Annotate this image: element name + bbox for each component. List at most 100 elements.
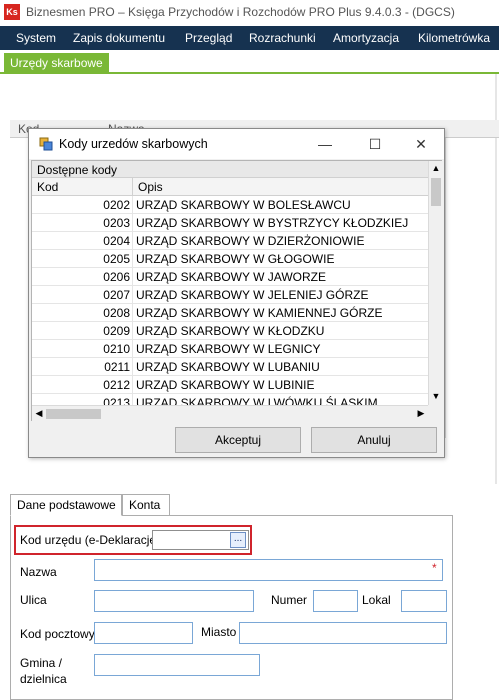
ulica-input[interactable] — [94, 590, 254, 612]
vertical-scroll-thumb[interactable] — [431, 178, 441, 206]
scroll-left-icon[interactable]: ◀ — [32, 408, 46, 419]
kod-pocztowy-label: Kod pocztowy — [20, 627, 95, 641]
row-separator — [132, 232, 133, 250]
row-kod: 0212 — [103, 378, 130, 392]
column-kod[interactable]: Kod — [37, 180, 58, 194]
scroll-right-icon[interactable]: ▶ — [414, 408, 428, 419]
ulica-label: Ulica — [20, 593, 47, 607]
required-mark: * — [432, 561, 437, 575]
gmina-label-line2: dzielnica — [20, 672, 67, 686]
app-icon: Ks — [4, 4, 20, 20]
row-kod: 0211 — [104, 360, 130, 374]
gmina-input[interactable] — [94, 654, 260, 676]
minimize-icon[interactable]: — — [315, 134, 335, 154]
row-kod: 0202 — [103, 198, 130, 212]
column-separator — [132, 178, 133, 196]
browse-button[interactable]: ... — [230, 532, 246, 548]
kod-urzedu-label: Kod urzędu (e-Deklaracje) — [20, 533, 161, 547]
row-kod: 0213 — [103, 396, 130, 405]
row-separator — [132, 376, 133, 394]
row-kod: 0209 — [103, 324, 130, 338]
list-item[interactable]: 0212 URZĄD SKARBOWY W LUBINIE — [32, 376, 428, 394]
row-opis: URZĄD SKARBOWY W LEGNICY — [136, 342, 321, 356]
list-item[interactable]: 0206 URZĄD SKARBOWY W JAWORZE — [32, 268, 428, 286]
list-item[interactable]: 0213 URZĄD SKARBOWY W LWÓWKU ŚLĄSKIM — [32, 394, 428, 405]
group-header-label: Dostępne kody — [37, 163, 118, 177]
row-separator — [132, 250, 133, 268]
row-separator — [132, 196, 133, 214]
miasto-input[interactable] — [239, 622, 447, 644]
row-opis: URZĄD SKARBOWY W LWÓWKU ŚLĄSKIM — [136, 396, 378, 405]
list-item[interactable]: 0211 URZĄD SKARBOWY W LUBANIU — [32, 358, 428, 376]
maximize-icon[interactable]: ☐ — [365, 134, 385, 154]
column-header: Kod Opis — [32, 178, 428, 196]
list-item[interactable]: 0203 URZĄD SKARBOWY W BYSTRZYCY KŁODZKIEJ — [32, 214, 428, 232]
row-kod: 0210 — [103, 342, 130, 356]
tab-konta[interactable]: Konta — [122, 494, 170, 516]
list-item[interactable]: 0208 URZĄD SKARBOWY W KAMIENNEJ GÓRZE — [32, 304, 428, 322]
list-item[interactable]: 0204 URZĄD SKARBOWY W DZIERŻONIOWIE — [32, 232, 428, 250]
horizontal-scroll-thumb[interactable] — [46, 409, 101, 419]
row-kod: 0205 — [103, 252, 130, 266]
group-header: Dostępne kody — [32, 161, 428, 178]
rows-container: 0202 URZĄD SKARBOWY W BOLESŁAWCU 0203 URZĄ… — [32, 196, 428, 405]
menu-amortyzacja[interactable]: Amortyzacja — [333, 31, 399, 45]
row-opis: URZĄD SKARBOWY W BOLESŁAWCU — [136, 198, 351, 212]
row-separator — [132, 304, 133, 322]
row-separator — [132, 286, 133, 304]
row-opis: URZĄD SKARBOWY W LUBANIU — [136, 360, 320, 374]
row-separator — [132, 214, 133, 232]
horizontal-scrollbar[interactable]: ◀ ▶ — [32, 405, 428, 421]
row-separator — [132, 268, 133, 286]
menu-system[interactable]: System — [16, 31, 56, 45]
miasto-label: Miasto — [201, 625, 237, 639]
menu-rozrachunki[interactable]: Rozrachunki — [249, 31, 316, 45]
list-item[interactable]: 0202 URZĄD SKARBOWY W BOLESŁAWCU — [32, 196, 428, 214]
title-bar: Ks Biznesmen PRO – Księga Przychodów i R… — [0, 0, 499, 26]
scroll-up-icon[interactable]: ▲ — [429, 163, 443, 173]
row-opis: URZĄD SKARBOWY W JAWORZE — [136, 270, 327, 284]
column-opis[interactable]: Opis — [138, 180, 163, 194]
row-separator — [132, 358, 133, 376]
menu-przeglad[interactable]: Przegląd — [185, 31, 232, 45]
tab-urzedy-skarbowe[interactable]: Urzędy skarbowe — [4, 53, 109, 74]
vertical-scrollbar[interactable]: ▲ ▼ — [428, 161, 442, 405]
row-opis: URZĄD SKARBOWY W KAMIENNEJ GÓRZE — [136, 306, 383, 320]
menu-bar: System Zapis dokumentu Przegląd Rozrachu… — [0, 26, 499, 50]
menu-kilometrowka[interactable]: Kilometrówka — [418, 31, 490, 45]
cancel-button[interactable]: Anuluj — [311, 427, 437, 453]
row-separator — [132, 322, 133, 340]
lokal-label: Lokal — [362, 593, 391, 607]
close-icon[interactable]: ✕ — [411, 134, 431, 154]
row-separator — [132, 394, 133, 405]
list-item[interactable]: 0209 URZĄD SKARBOWY W KŁODZKU — [32, 322, 428, 340]
row-kod: 0207 — [103, 288, 130, 302]
row-kod: 0208 — [103, 306, 130, 320]
gmina-label-line1: Gmina / — [20, 656, 63, 670]
list-item[interactable]: 0207 URZĄD SKARBOWY W JELENIEJ GÓRZE — [32, 286, 428, 304]
menu-zapis-dokumentu[interactable]: Zapis dokumentu — [73, 31, 165, 45]
codes-list: Dostępne kody Kod Opis 0202 URZĄD SKARBOW… — [31, 160, 442, 421]
list-item[interactable]: 0210 URZĄD SKARBOWY W LEGNICY — [32, 340, 428, 358]
accept-button[interactable]: Akceptuj — [175, 427, 301, 453]
list-item[interactable]: 0205 URZĄD SKARBOWY W GŁOGOWIE — [32, 250, 428, 268]
dialog-title-bar: Kody urzedów skarbowych — ☐ ✕ — [29, 129, 444, 159]
row-separator — [132, 340, 133, 358]
row-kod: 0203 — [103, 216, 130, 230]
row-opis: URZĄD SKARBOWY W LUBINIE — [136, 378, 315, 392]
scroll-down-icon[interactable]: ▼ — [429, 391, 443, 401]
lokal-input[interactable] — [401, 590, 447, 612]
window-title: Biznesmen PRO – Księga Przychodów i Rozc… — [26, 5, 455, 19]
kod-pocztowy-input[interactable] — [94, 622, 193, 644]
dialog-app-icon — [39, 137, 53, 151]
numer-input[interactable] — [313, 590, 358, 612]
scrollbar-corner — [428, 405, 442, 421]
numer-label: Numer — [271, 593, 308, 607]
dialog-title: Kody urzedów skarbowych — [59, 137, 208, 151]
tab-dane-podstawowe[interactable]: Dane podstawowe — [10, 494, 122, 516]
row-opis: URZĄD SKARBOWY W GŁOGOWIE — [136, 252, 335, 266]
nazwa-input[interactable] — [94, 559, 443, 581]
row-opis: URZĄD SKARBOWY W BYSTRZYCY KŁODZKIEJ — [136, 216, 409, 230]
nazwa-label: Nazwa — [20, 565, 57, 579]
row-opis: URZĄD SKARBOWY W DZIERŻONIOWIE — [136, 234, 365, 248]
